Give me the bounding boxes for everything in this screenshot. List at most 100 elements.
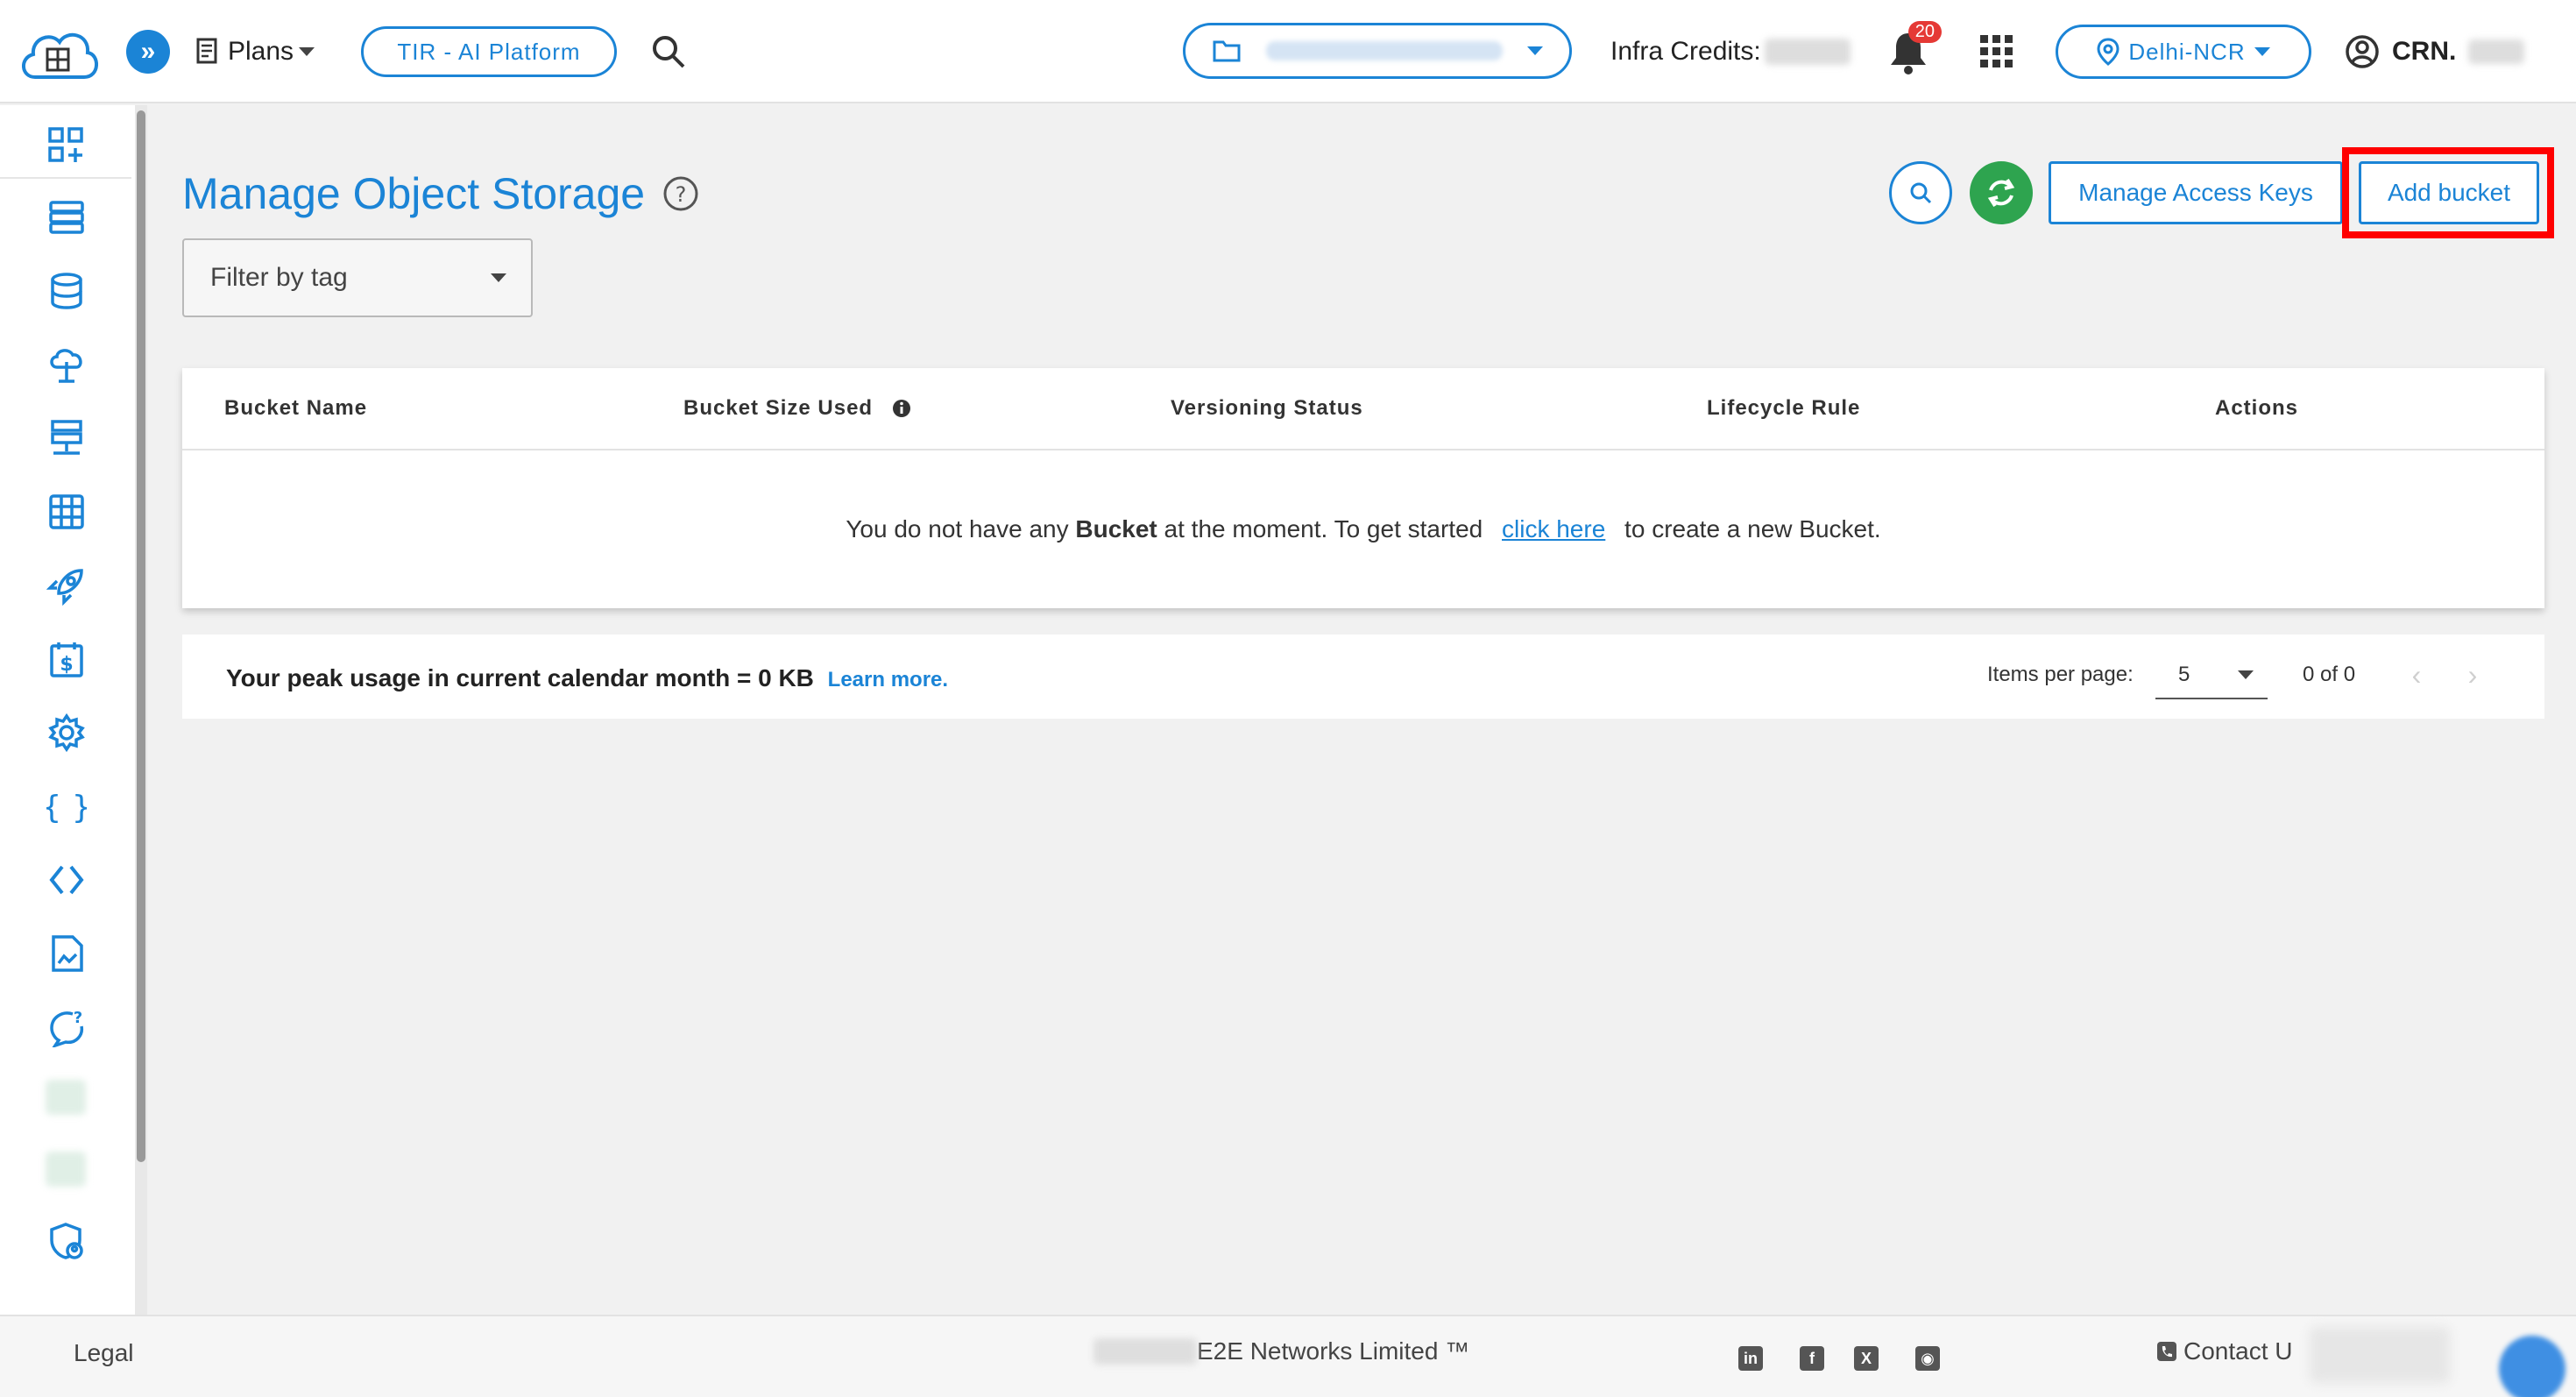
add-bucket-highlight [2342,147,2554,238]
user-id-redacted [2468,39,2525,64]
apps-grid-button[interactable] [1977,32,2017,72]
project-selector[interactable] [1183,23,1572,79]
infra-credits: Infra Credits: [1610,30,1851,74]
chat-launcher-button[interactable] [2499,1336,2565,1397]
caret-down-icon [299,47,315,56]
manage-access-keys-button[interactable]: Manage Access Keys [2049,161,2343,224]
caret-down-icon [2254,47,2270,56]
infra-credits-label: Infra Credits: [1610,37,1761,66]
plans-label: Plans [228,37,294,66]
caret-down-icon [1527,46,1543,55]
tir-label: TIR - AI Platform [397,38,581,65]
phone-icon [2157,1342,2176,1361]
settings-icon[interactable] [40,706,93,759]
items-per-page-select[interactable]: 5 [2155,652,2268,699]
facebook-icon[interactable]: f [1800,1346,1824,1371]
expand-sidebar-button[interactable]: » [126,30,170,74]
search-icon [1910,182,1932,204]
page-title: Manage Object Storage ? [182,168,699,219]
next-page-button[interactable]: › [2457,657,2488,692]
user-label: CRN. [2392,37,2457,66]
plans-icon [196,38,217,64]
sidebar-scrollbar[interactable] [135,105,147,1315]
sidebar-item-redacted[interactable] [46,1080,86,1115]
rocket-icon[interactable] [40,559,93,612]
dashboard-icon[interactable] [40,119,93,172]
page-title-text: Manage Object Storage [182,169,646,218]
page-range: 0 of 0 [2303,663,2356,686]
copyright-year-redacted [1093,1338,1197,1365]
sidebar: $ { } ? [0,105,135,1315]
folder-icon [1213,40,1241,62]
svg-text:$: $ [60,654,73,676]
usage-pagination-bar: Your peak usage in current calendar mont… [182,635,2544,719]
user-menu[interactable]: CRN. [2345,30,2525,74]
caret-down-icon [2238,670,2254,679]
server-icon[interactable] [40,191,93,244]
braces-icon[interactable]: { } [40,780,93,833]
column-header-bucket-name[interactable]: Bucket Name [224,396,367,421]
copyright: E2E Networks Limited ™ [1093,1337,1469,1365]
refresh-icon [1987,178,2015,208]
svg-text:{ }: { } [46,790,87,826]
column-header-bucket-size[interactable]: Bucket Size Used [683,396,911,421]
contact-us-link[interactable]: Contact U [2155,1337,2293,1365]
footer: Legal E2E Networks Limited ™ in f X ◉ Co… [0,1315,2576,1397]
rss-icon[interactable]: ◉ [1915,1346,1940,1371]
sidebar-divider [0,177,131,179]
chevron-right-icon: › [2467,658,2478,691]
shield-user-icon[interactable] [40,1215,93,1267]
create-bucket-link[interactable]: click here [1502,515,1605,542]
apps-grid-icon [1980,35,2013,67]
chevron-left-icon: ‹ [2411,658,2422,691]
items-per-page-label: Items per page: [1987,663,2134,686]
filter-by-tag-select[interactable]: Filter by tag [182,238,533,317]
search-bucket-button[interactable] [1889,161,1952,224]
caret-down-icon [491,273,506,282]
double-chevron-right-icon: » [140,37,156,66]
svg-text:?: ? [74,1009,82,1027]
tir-platform-button[interactable]: TIR - AI Platform [361,26,617,77]
column-header-actions: Actions [2215,396,2299,420]
code-icon[interactable] [40,854,93,906]
x-icon[interactable]: X [1854,1346,1879,1371]
infra-credits-value-redacted [1764,39,1851,65]
svg-text:?: ? [676,182,687,207]
scrollbar-thumb[interactable] [137,110,145,1162]
peak-usage-text: Your peak usage in current calendar mont… [226,664,949,691]
learn-more-link[interactable]: Learn more. [828,668,948,691]
chat-widget-redacted [2310,1327,2450,1383]
notification-badge: 20 [1907,21,1942,43]
filter-placeholder: Filter by tag [210,263,348,292]
network-icon[interactable] [40,412,93,464]
table-header: Bucket Name Bucket Size Used Versioning … [182,368,2544,450]
column-header-lifecycle-rule[interactable]: Lifecycle Rule [1707,396,1860,421]
global-search-button[interactable] [647,30,690,74]
help-circle-icon[interactable]: ? [662,175,699,212]
user-circle-icon [2346,35,2379,68]
notifications-button[interactable]: 20 [1886,21,1942,77]
previous-page-button[interactable]: ‹ [2401,657,2432,692]
linkedin-icon[interactable]: in [1738,1346,1763,1371]
document-icon[interactable] [40,927,93,980]
project-name-redacted [1266,41,1503,60]
cloud-logo-icon[interactable] [16,19,102,88]
support-chat-icon[interactable]: ? [40,1001,93,1053]
info-icon[interactable] [892,399,911,418]
plans-menu[interactable]: Plans [193,30,315,74]
column-header-versioning-status[interactable]: Versioning Status [1171,396,1363,421]
grid-icon[interactable] [40,486,93,538]
search-icon [653,36,685,68]
empty-state-message: You do not have any Bucket at the moment… [846,515,1881,542]
region-label: Delhi-NCR [2128,38,2246,65]
cloud-upload-icon[interactable] [40,338,93,391]
legal-link[interactable]: Legal [74,1339,134,1367]
refresh-button[interactable] [1970,161,2033,224]
region-selector[interactable]: Delhi-NCR [2056,25,2311,79]
buckets-table: Bucket Name Bucket Size Used Versioning … [182,368,2544,608]
location-pin-icon [2097,38,2120,66]
sidebar-item-redacted[interactable] [46,1152,86,1187]
top-bar: » Plans TIR - AI Platform Infra Credits: [0,0,2576,103]
database-icon[interactable] [40,265,93,317]
billing-icon[interactable]: $ [40,633,93,685]
